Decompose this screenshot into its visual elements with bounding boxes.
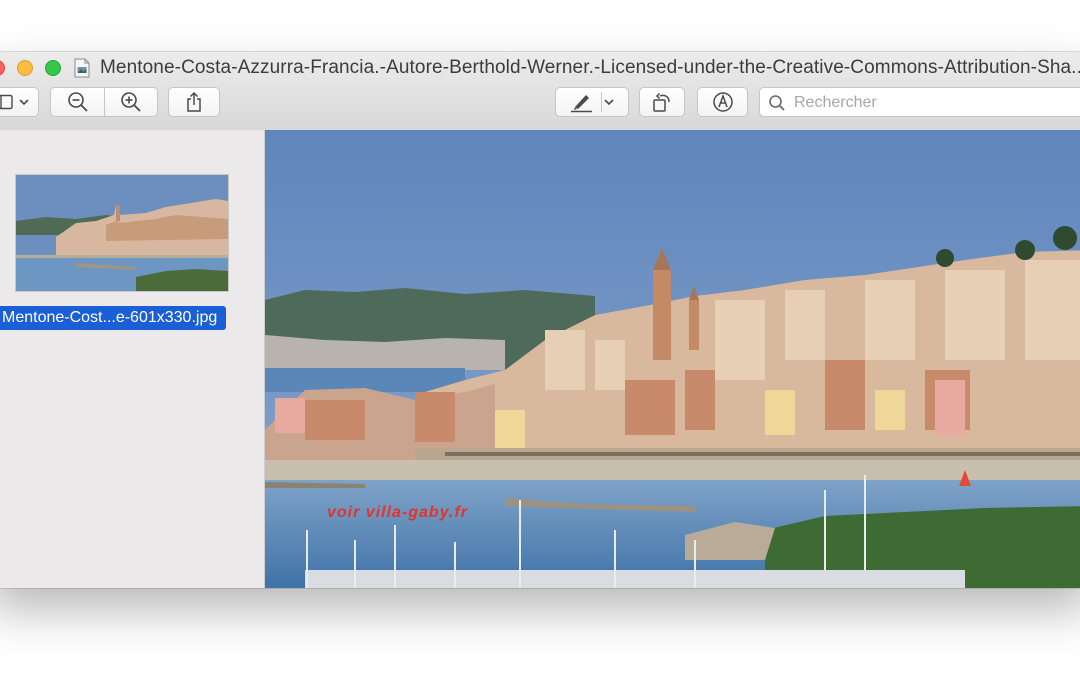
window-title: Mentone-Costa-Azzurra-Francia.-Autore-Be… <box>100 57 1080 78</box>
image-viewer: voir villa-gaby.fr <box>265 130 1080 588</box>
chevron-down-icon <box>18 99 29 106</box>
search-input[interactable] <box>792 91 1080 115</box>
zoom-out-icon <box>67 92 88 112</box>
minimize-button[interactable] <box>17 60 33 76</box>
rotate-button[interactable] <box>639 87 685 117</box>
markup-divider <box>601 92 602 112</box>
thumbnail-image <box>16 175 228 291</box>
titlebar: Mentone-Costa-Azzurra-Francia.-Autore-Be… <box>0 52 1080 131</box>
annotate-button[interactable] <box>697 87 748 117</box>
zoom-in-icon <box>121 92 141 112</box>
thumbnail-filename[interactable]: Mentone-Cost...e-601x330.jpg <box>0 306 227 330</box>
rotate-icon <box>653 92 670 112</box>
close-button[interactable] <box>0 60 5 76</box>
markup-button[interactable] <box>555 87 629 117</box>
zoom-out-button[interactable] <box>50 87 105 117</box>
zoom-in-button[interactable] <box>105 87 158 117</box>
image-watermark: voir villa-gaby.fr <box>327 504 468 521</box>
chevron-down-icon[interactable] <box>603 97 615 107</box>
thumbnail-sidebar: Mentone-Cost...e-601x330.jpg <box>0 130 265 588</box>
annotate-icon <box>712 92 733 112</box>
document-icon <box>74 58 90 78</box>
sidebar-icon <box>0 94 13 110</box>
share-icon <box>187 91 201 112</box>
share-button[interactable] <box>168 87 220 117</box>
sidebar-toggle-button[interactable] <box>0 87 39 117</box>
preview-window: Mentone-Costa-Azzurra-Francia.-Autore-Be… <box>0 52 1080 588</box>
fullscreen-button[interactable] <box>45 60 61 76</box>
search-field[interactable] <box>759 87 1080 117</box>
search-icon <box>769 95 785 111</box>
markup-pen-icon <box>571 95 592 113</box>
image-thumbnail[interactable] <box>15 174 229 292</box>
